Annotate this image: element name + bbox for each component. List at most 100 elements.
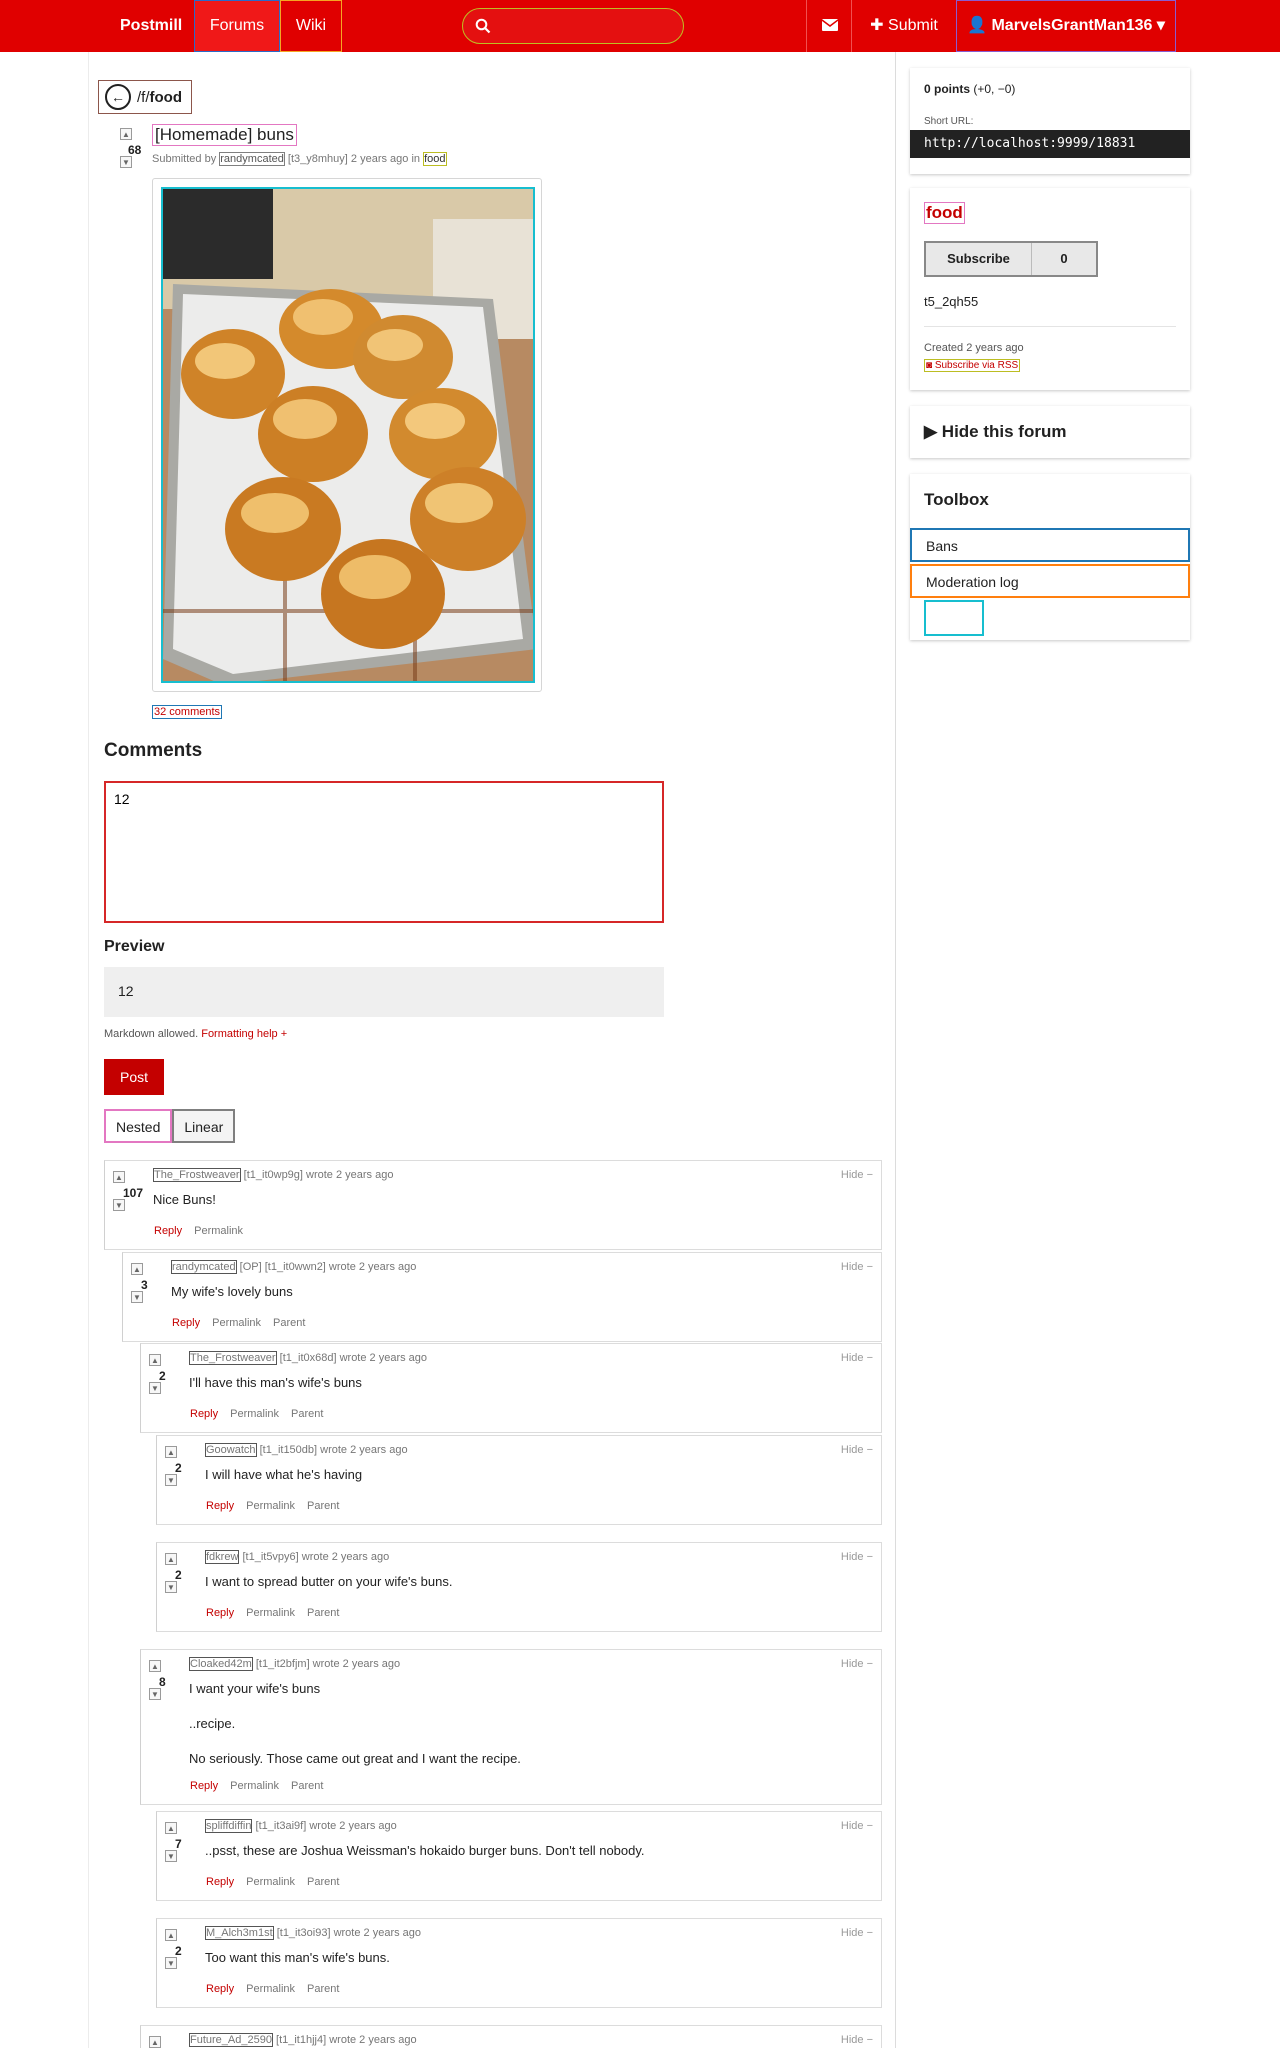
parent-link[interactable]: Parent — [290, 1780, 324, 1792]
rss-link[interactable]: ◙ Subscribe via RSS — [924, 359, 1021, 372]
submit-button[interactable]: ✚ Submit — [852, 0, 956, 52]
post-author-link[interactable]: randymcated — [219, 152, 285, 166]
permalink-link[interactable]: Permalink — [193, 1225, 244, 1237]
moderation-log-link[interactable]: Moderation log — [910, 564, 1190, 598]
nav-forums[interactable]: Forums — [194, 0, 280, 52]
comment-author-link[interactable]: The_Frostweaver — [153, 1168, 241, 1182]
breadcrumb[interactable]: ← /f/food — [98, 80, 192, 114]
upvote-icon[interactable]: ▲ — [149, 1354, 161, 1366]
comment-meta: [t1_it3oi93] wrote 2 years ago — [276, 1927, 422, 1939]
reply-link[interactable]: Reply — [153, 1225, 183, 1237]
divider — [924, 326, 1176, 327]
preview-box: 12 — [104, 967, 664, 1017]
forum-name-link[interactable]: food — [924, 202, 965, 224]
upvote-icon[interactable]: ▲ — [165, 1553, 177, 1565]
permalink-link[interactable]: Permalink — [229, 1408, 280, 1420]
comment-author-link[interactable]: spliffdiffin — [205, 1819, 253, 1833]
comment-author-link[interactable]: M_Alch3m1st — [205, 1926, 274, 1940]
search-input[interactable] — [499, 15, 674, 37]
search-box[interactable] — [462, 8, 684, 44]
comment: ▲ 3 ▼ randymcated [OP] [t1_it0wwn2] wrote 2… — [122, 1252, 882, 1342]
comment-paragraph: ..recipe. — [189, 1716, 236, 1731]
permalink-link[interactable]: Permalink — [245, 1983, 296, 1995]
parent-link[interactable]: Parent — [290, 1408, 324, 1420]
comment-actions: Reply Permalink Parent — [171, 1317, 316, 1329]
comment-paragraph: I want your wife's buns — [189, 1681, 321, 1696]
short-url[interactable]: http://localhost:9999/18831 — [910, 130, 1190, 158]
post-forum-link[interactable]: food — [423, 152, 447, 166]
user-menu[interactable]: 👤 MarvelsGrantMan136 ▾ — [956, 0, 1176, 52]
comment: ▲ 107 ▼ The_Frostweaver [t1_it0wp9g] wrote … — [104, 1160, 882, 1250]
comment-author-link[interactable]: Goowatch — [205, 1443, 257, 1457]
view-nested-button[interactable]: Nested — [104, 1109, 173, 1143]
reply-link[interactable]: Reply — [205, 1983, 235, 1995]
hide-comment-link[interactable]: Hide − — [841, 1658, 873, 1670]
hide-comment-link[interactable]: Hide − — [841, 1820, 873, 1832]
comment-meta: [t1_it0x68d] wrote 2 years ago — [279, 1352, 428, 1364]
comment-score: 3 — [141, 1278, 148, 1292]
permalink-link[interactable]: Permalink — [211, 1317, 262, 1329]
comment-author-link[interactable]: Future_Ad_2590 — [189, 2033, 273, 2047]
comment-meta: [t1_it0wp9g] wrote 2 years ago — [243, 1169, 394, 1181]
comment-view-toggle: Nested Linear — [104, 1109, 236, 1143]
upvote-icon[interactable]: ▲ — [149, 1660, 161, 1672]
comment-meta: [t1_it150db] wrote 2 years ago — [259, 1444, 408, 1456]
subscribe-button[interactable]: Subscribe — [926, 243, 1032, 275]
hide-forum-toggle[interactable]: ▶ Hide this forum — [924, 422, 1066, 442]
parent-link[interactable]: Parent — [306, 1500, 340, 1512]
reply-link[interactable]: Reply — [205, 1876, 235, 1888]
hide-comment-link[interactable]: Hide − — [841, 1261, 873, 1273]
toolbox-extra-slot[interactable] — [924, 600, 984, 636]
upvote-icon[interactable]: ▲ — [165, 1822, 177, 1834]
back-arrow-icon[interactable]: ← — [105, 84, 131, 110]
permalink-link[interactable]: Permalink — [245, 1607, 296, 1619]
reply-link[interactable]: Reply — [205, 1500, 235, 1512]
upvote-icon[interactable]: ▲ — [120, 128, 132, 140]
comments-count-link[interactable]: 32 comments — [152, 705, 223, 719]
upvote-icon[interactable]: ▲ — [149, 2036, 161, 2048]
parent-link[interactable]: Parent — [306, 1983, 340, 1995]
nav-wiki[interactable]: Wiki — [280, 0, 342, 52]
points-summary: 0 points (+0, −0) — [924, 82, 1016, 96]
reply-link[interactable]: Reply — [189, 1408, 219, 1420]
comment-author-link[interactable]: fdkrew — [205, 1550, 240, 1564]
buns-photo — [163, 189, 533, 681]
permalink-link[interactable]: Permalink — [229, 1780, 280, 1792]
hide-comment-link[interactable]: Hide − — [841, 1927, 873, 1939]
hide-comment-link[interactable]: Hide − — [841, 1169, 873, 1181]
upvote-icon[interactable]: ▲ — [165, 1929, 177, 1941]
upvote-icon[interactable]: ▲ — [131, 1263, 143, 1275]
hide-comment-link[interactable]: Hide − — [841, 1551, 873, 1563]
comment-author-link[interactable]: The_Frostweaver — [189, 1351, 277, 1365]
comment-author-link[interactable]: randymcated — [171, 1260, 237, 1274]
post-image[interactable] — [161, 187, 535, 683]
markdown-note: Markdown allowed. Formatting help + — [104, 1028, 288, 1040]
parent-link[interactable]: Parent — [306, 1607, 340, 1619]
reply-link[interactable]: Reply — [171, 1317, 201, 1329]
comment-textarea[interactable] — [104, 781, 664, 923]
upvote-icon[interactable]: ▲ — [113, 1171, 125, 1183]
brand-link[interactable]: Postmill — [106, 0, 196, 52]
permalink-link[interactable]: Permalink — [245, 1876, 296, 1888]
parent-link[interactable]: Parent — [272, 1317, 306, 1329]
comment-score: 2 — [175, 1944, 182, 1958]
hide-comment-link[interactable]: Hide − — [841, 1444, 873, 1456]
parent-link[interactable]: Parent — [306, 1876, 340, 1888]
hide-comment-link[interactable]: Hide − — [841, 1352, 873, 1364]
formatting-help-link[interactable]: Formatting help + — [201, 1028, 287, 1040]
permalink-link[interactable]: Permalink — [245, 1500, 296, 1512]
breadcrumb-forum[interactable]: food — [150, 89, 182, 106]
bans-link[interactable]: Bans — [910, 528, 1190, 562]
post-title[interactable]: [Homemade] buns — [152, 124, 297, 146]
inbox-button[interactable] — [806, 0, 852, 52]
post-comment-button[interactable]: Post — [104, 1059, 164, 1095]
reply-link[interactable]: Reply — [189, 1780, 219, 1792]
view-linear-button[interactable]: Linear — [172, 1109, 236, 1143]
reply-link[interactable]: Reply — [205, 1607, 235, 1619]
comment-author-link[interactable]: Cloaked42m — [189, 1657, 253, 1671]
comment-actions: Reply Permalink Parent — [189, 1408, 334, 1420]
comment-body: I will have what he's having — [205, 1466, 362, 1483]
comment-header: The_Frostweaver [t1_it0wp9g] wrote 2 yea… — [153, 1168, 394, 1182]
hide-comment-link[interactable]: Hide − — [841, 2034, 873, 2046]
upvote-icon[interactable]: ▲ — [165, 1446, 177, 1458]
